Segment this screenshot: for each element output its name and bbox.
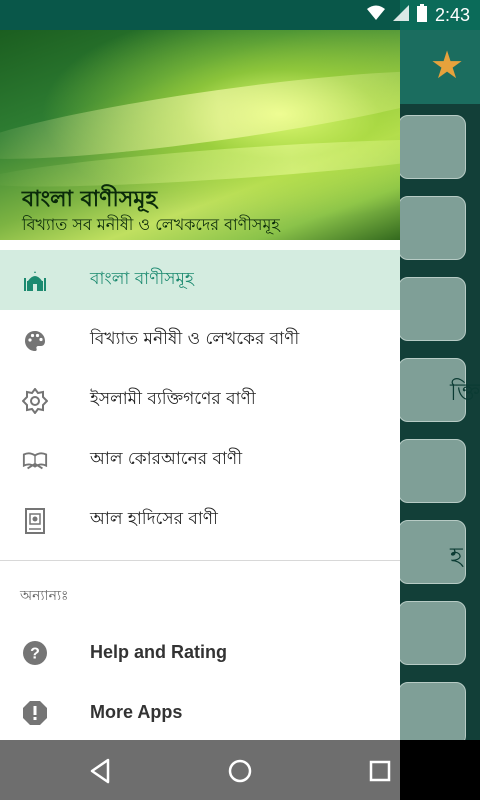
system-nav-bar	[0, 740, 480, 800]
recent-apps-icon[interactable]	[365, 756, 395, 786]
signal-icon	[392, 5, 409, 25]
back-icon[interactable]	[85, 756, 115, 786]
menu-item-label: আল কোরআনের বাণী	[90, 449, 243, 469]
navigation-drawer: বাংলা বাণীসমূহ বিখ্যাত সব মনীষী ও লেখকদে…	[0, 30, 400, 740]
drawer-divider	[0, 560, 400, 561]
menu-item-label: Help and Rating	[90, 641, 228, 662]
drawer-subtitle: বিখ্যাত সব মনীষী ও লেখকদের বাণীসমূহ	[22, 215, 280, 234]
help-icon: ?	[22, 640, 48, 666]
drawer-menu-other: ? Help and Rating More Apps	[0, 622, 400, 740]
status-bar: 2:43	[0, 0, 480, 30]
drawer-header: বাংলা বাণীসমূহ বিখ্যাত সব মনীষী ও লেখকদে…	[0, 30, 400, 240]
star-gear-icon	[22, 388, 48, 414]
open-book-icon	[22, 448, 48, 474]
status-time: 2:43	[434, 4, 470, 25]
menu-item-label: বিখ্যাত মনীষী ও লেখকের বাণী	[90, 329, 300, 349]
menu-item-label: বাংলা বাণীসমূহ	[90, 269, 194, 289]
menu-item-famous-thinkers[interactable]: বিখ্যাত মনীষী ও লেখকের বাণী	[0, 310, 400, 370]
background-card-text: হ	[450, 542, 463, 570]
star-icon[interactable]: ★	[430, 46, 464, 84]
battery-icon	[416, 4, 427, 26]
background-card[interactable]	[398, 115, 466, 179]
menu-item-label: আল হাদিসের বাণী	[90, 509, 218, 529]
mosque-icon	[22, 268, 48, 294]
drawer-menu: বাংলা বাণীসমূহ বিখ্যাত মনীষী ও লেখকের বা…	[0, 250, 400, 550]
menu-item-help-rating[interactable]: ? Help and Rating	[0, 622, 400, 682]
background-card[interactable]	[398, 682, 466, 746]
alert-icon	[22, 700, 48, 726]
menu-item-label: ইসলামী ব্যক্তিগণের বাণী	[90, 389, 256, 409]
menu-item-bangla-quotes[interactable]: বাংলা বাণীসমূহ	[0, 250, 400, 310]
svg-text:?: ?	[30, 646, 40, 663]
background-card[interactable]	[398, 196, 466, 260]
background-card[interactable]	[398, 277, 466, 341]
section-label-other: অন্যান্যঃ	[20, 588, 69, 604]
book-icon	[22, 508, 48, 534]
palette-icon	[22, 328, 48, 354]
menu-item-label: More Apps	[90, 701, 183, 722]
background-card[interactable]	[398, 439, 466, 503]
wifi-icon	[366, 5, 385, 25]
menu-item-quran-quotes[interactable]: আল কোরআনের বাণী	[0, 430, 400, 490]
menu-item-hadith-quotes[interactable]: আল হাদিসের বাণী	[0, 490, 400, 550]
home-icon[interactable]	[225, 756, 255, 786]
background-card-text: ক্তি	[450, 378, 480, 406]
menu-item-more-apps[interactable]: More Apps	[0, 682, 400, 740]
menu-item-islamic-personalities[interactable]: ইসলামী ব্যক্তিগণের বাণী	[0, 370, 400, 430]
background-card[interactable]	[398, 601, 466, 665]
